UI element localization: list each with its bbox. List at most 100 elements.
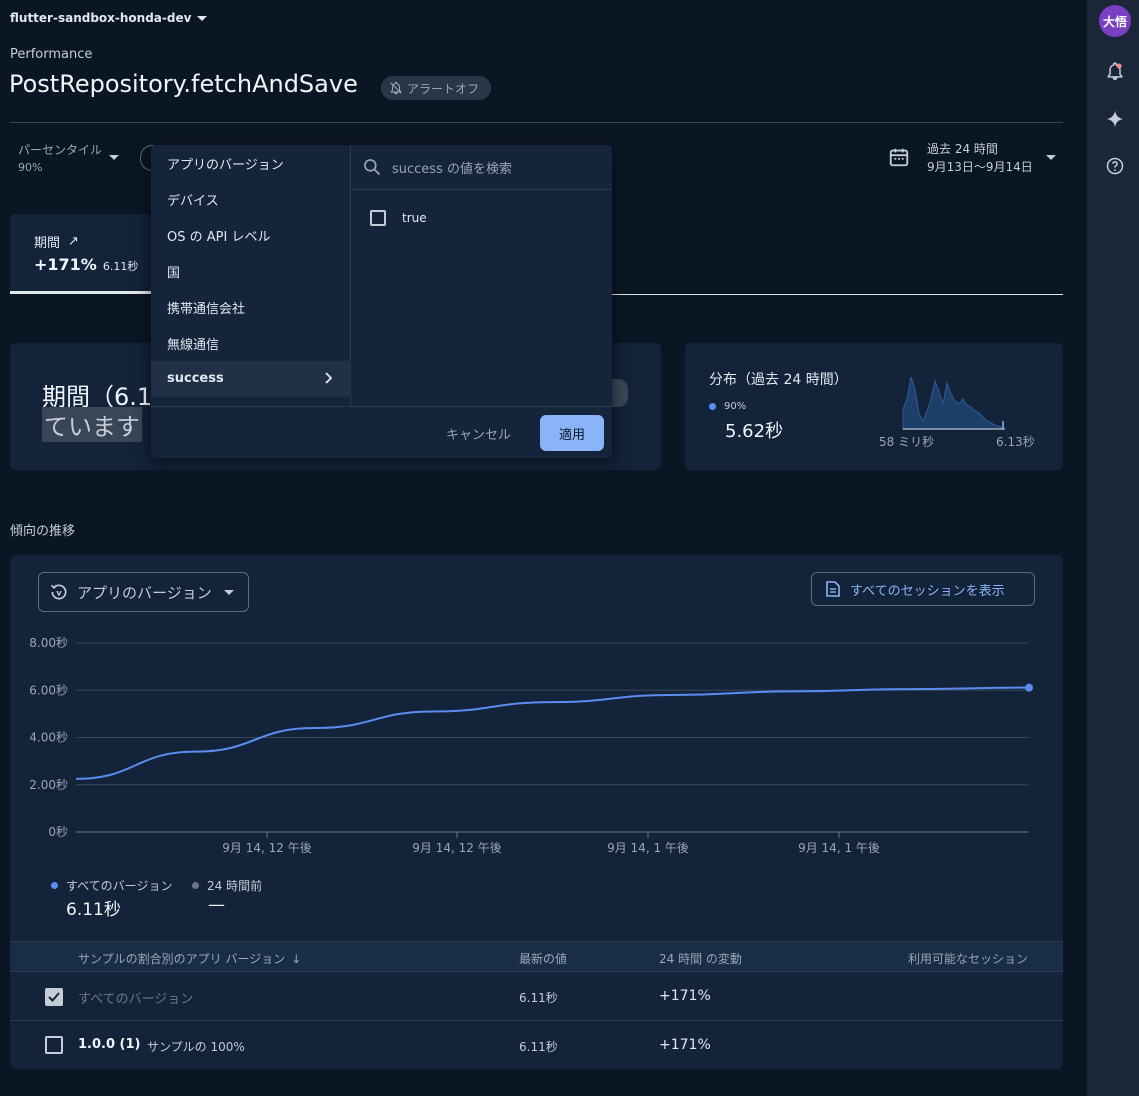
row-checkbox-checked[interactable] bbox=[45, 988, 63, 1006]
metric-tab-duration[interactable]: 期間 ↗ +171% 6.11秒 bbox=[10, 214, 151, 294]
legend-previous: 24 時間前 bbox=[192, 877, 262, 894]
chevron-down-icon bbox=[1046, 155, 1056, 160]
distribution-card: 分布（過去 24 時間） 90% 5.62秒 58 ミリ秒 6.13秒 bbox=[685, 343, 1063, 470]
date-label: 過去 24 時間 bbox=[927, 142, 998, 156]
notifications-button[interactable] bbox=[1103, 59, 1127, 83]
menu-item-carrier[interactable]: 携帯通信会社 bbox=[167, 298, 245, 317]
row-name: 1.0.0 (1) bbox=[78, 1037, 141, 1052]
dimension-label: アプリのバージョン bbox=[77, 583, 212, 602]
tab-active-indicator bbox=[10, 291, 151, 294]
menu-item-device[interactable]: デバイス bbox=[167, 190, 219, 209]
legend-current: すべてのバージョン bbox=[51, 877, 172, 894]
distribution-value: 5.62秒 bbox=[725, 421, 784, 442]
row-latest: 6.11秒 bbox=[519, 991, 558, 1005]
x-tick-label: 9月 14, 12 午後 bbox=[222, 841, 311, 855]
project-name: flutter-sandbox-honda-dev bbox=[10, 11, 192, 25]
page-title: PostRepository.fetchAndSave bbox=[9, 70, 358, 98]
view-all-sessions-button[interactable]: すべてのセッションを表示 bbox=[811, 572, 1035, 606]
column-header-version[interactable]: サンプルの割合別のアプリ バージョン ↓ bbox=[78, 950, 301, 967]
menu-item-radio[interactable]: 無線通信 bbox=[167, 334, 219, 353]
metric-tab-value: 6.11秒 bbox=[102, 260, 139, 273]
gemini-button[interactable] bbox=[1103, 107, 1127, 131]
bell-icon bbox=[1107, 62, 1123, 81]
legend-prev-label: 24 時間前 bbox=[207, 879, 263, 893]
table-row[interactable]: 1.0.0 (1) サンプルの 100% 6.11秒 +171% bbox=[10, 1021, 1063, 1069]
sparkle-icon bbox=[1106, 110, 1124, 128]
apply-button[interactable]: 適用 bbox=[540, 415, 604, 451]
y-tick-label: 8.00秒 bbox=[29, 636, 68, 650]
metric-tab-label: 期間 bbox=[34, 236, 61, 251]
bell-off-icon bbox=[390, 81, 402, 95]
option-checkbox[interactable] bbox=[370, 210, 386, 226]
x-tick-label: 9月 14, 1 午後 bbox=[798, 841, 880, 855]
svg-text:v: v bbox=[56, 587, 62, 597]
help-button[interactable] bbox=[1103, 154, 1127, 178]
dimension-selector[interactable]: v アプリのバージョン bbox=[38, 572, 249, 612]
distribution-histogram bbox=[902, 376, 1006, 430]
row-checkbox[interactable] bbox=[45, 1036, 63, 1054]
date-range-filter[interactable]: 過去 24 時間 9月13日〜9月14日 bbox=[927, 140, 1033, 175]
x-tick-label: 9月 14, 1 午後 bbox=[607, 841, 689, 855]
document-icon bbox=[826, 581, 840, 597]
trend-line-chart: 8.00秒 6.00秒 4.00秒 2.00秒 0秒 9月 14, 12 午後 9月 14,… bbox=[29, 636, 1033, 855]
arrow-down-icon: ↓ bbox=[291, 951, 302, 966]
table-header: サンプルの割合別のアプリ バージョン ↓ 最新の値 24 時間 の変動 利用可能… bbox=[10, 941, 1063, 972]
row-latest: 6.11秒 bbox=[519, 1040, 558, 1054]
value-search[interactable]: success の値を検索 bbox=[352, 145, 612, 190]
chevron-down-icon bbox=[223, 589, 234, 595]
summary-line2: ています bbox=[42, 407, 142, 442]
menu-item-country[interactable]: 国 bbox=[167, 262, 180, 281]
section-label: Performance bbox=[10, 47, 93, 62]
menu-divider bbox=[151, 406, 612, 407]
option-label: true bbox=[402, 211, 427, 225]
alert-badge[interactable]: アラートオフ bbox=[381, 76, 492, 100]
chevron-down-icon bbox=[109, 155, 119, 160]
avatar[interactable]: 大悟 bbox=[1099, 5, 1131, 37]
percentile-label: パーセンタイル bbox=[18, 143, 103, 157]
filter-dropdown-menu: アプリのバージョン デバイス OS の API レベル 国 携帯通信会社 無線通… bbox=[151, 145, 612, 458]
trend-heading: 傾向の推移 bbox=[10, 524, 76, 539]
search-input[interactable]: success の値を検索 bbox=[392, 158, 512, 177]
percentile-filter[interactable]: パーセンタイル 90% bbox=[18, 141, 102, 174]
row-name: すべてのバージョン bbox=[78, 992, 194, 1007]
column-header-change: 24 時間 の変動 bbox=[659, 952, 742, 966]
alert-badge-label: アラートオフ bbox=[407, 81, 480, 96]
summary-highlight-end bbox=[612, 379, 628, 407]
column-header-label: サンプルの割合別のアプリ バージョン bbox=[78, 952, 286, 966]
series-line bbox=[75, 686, 1030, 780]
y-tick-label: 4.00秒 bbox=[29, 731, 68, 745]
row-change: +171% bbox=[659, 1037, 711, 1053]
legend-current-label: すべてのバージョン bbox=[66, 879, 173, 893]
column-header-sessions: 利用可能なセッション bbox=[908, 952, 1029, 966]
metric-tab-change: +171% bbox=[34, 255, 97, 274]
menu-item-success[interactable]: success bbox=[167, 371, 224, 386]
distribution-percentile: 90% bbox=[724, 401, 747, 412]
x-tick-label: 9月 14, 12 午後 bbox=[412, 841, 501, 855]
chevron-right-icon bbox=[325, 372, 333, 384]
main-content: flutter-sandbox-honda-dev Performance Po… bbox=[0, 0, 1087, 1096]
date-range: 9月13日〜9月14日 bbox=[927, 160, 1033, 174]
percentile-value: 90% bbox=[18, 161, 43, 174]
filter-dimension-list: アプリのバージョン デバイス OS の API レベル 国 携帯通信会社 無線通… bbox=[151, 145, 351, 406]
y-tick-label: 2.00秒 bbox=[29, 778, 68, 792]
series-endpoint[interactable] bbox=[1025, 683, 1033, 692]
trend-card: v アプリのバージョン すべてのセッションを表示 8.00秒 6.00秒 4.00秒… bbox=[10, 555, 1063, 1069]
y-tick-label: 0秒 bbox=[48, 825, 68, 839]
menu-item-os-api-level[interactable]: OS の API レベル bbox=[167, 226, 270, 245]
row-change: +171% bbox=[659, 988, 711, 1004]
table-row[interactable]: すべてのバージョン 6.11秒 +171% bbox=[10, 972, 1063, 1021]
header-divider bbox=[10, 122, 1063, 123]
help-icon bbox=[1106, 157, 1124, 175]
legend-prev-value: — bbox=[208, 895, 225, 915]
legend-current-value: 6.11秒 bbox=[66, 900, 121, 920]
cancel-button[interactable]: キャンセル bbox=[446, 424, 511, 443]
menu-item-app-version[interactable]: アプリのバージョン bbox=[167, 154, 284, 173]
column-header-latest: 最新の値 bbox=[519, 952, 568, 966]
legend-dot bbox=[192, 882, 199, 889]
y-tick-label: 6.00秒 bbox=[29, 683, 68, 697]
arrow-up-right-icon: ↗ bbox=[68, 234, 79, 249]
search-icon bbox=[364, 159, 381, 176]
legend-dot bbox=[709, 403, 716, 410]
chevron-down-icon bbox=[197, 15, 208, 21]
project-selector[interactable]: flutter-sandbox-honda-dev bbox=[10, 11, 208, 25]
